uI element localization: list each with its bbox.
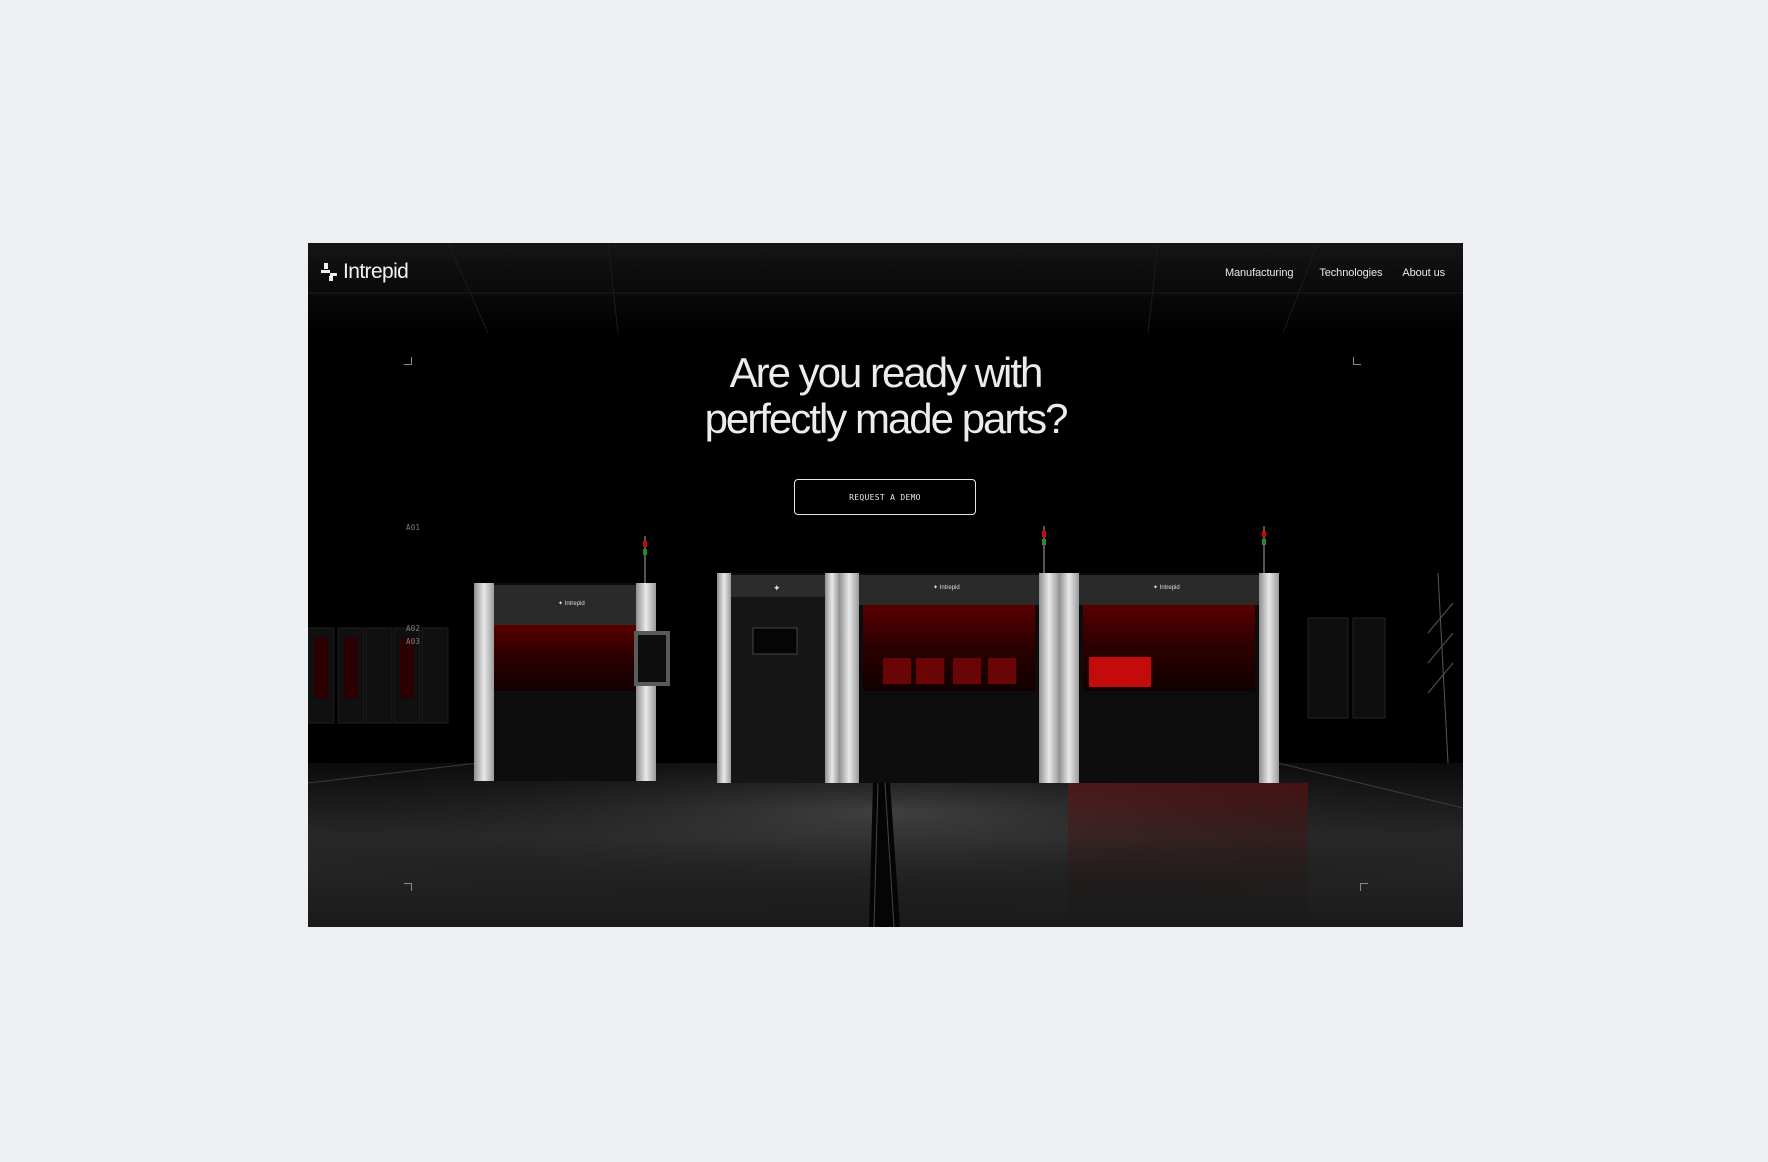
svg-text:✦ Intrepid: ✦ Intrepid [1153, 584, 1180, 591]
svg-text:✦ Intrepid: ✦ Intrepid [933, 584, 960, 591]
machine-center-left: ✦ [717, 573, 839, 783]
main-nav: Manufacturing Technologies About us [1225, 267, 1445, 279]
svg-text:✦ Intrepid: ✦ Intrepid [558, 600, 585, 607]
frame-corner-bottom-left [404, 883, 412, 891]
hero-section: ✦ Intrepid ✦ ✦ Intrepid ✦ Intrepid Intre… [308, 243, 1463, 927]
svg-text:✦: ✦ [773, 584, 781, 594]
row-label-a01: A01 [406, 523, 421, 532]
factory-scene-image: ✦ Intrepid ✦ ✦ Intrepid ✦ Intrepid [308, 243, 1463, 927]
row-label-a02: A02 [406, 624, 421, 633]
hero-headline-line-1: Are you ready with [729, 349, 1044, 396]
brand-logo[interactable]: Intrepid [320, 260, 409, 284]
nav-manufacturing[interactable]: Manufacturing [1225, 267, 1294, 279]
machine-right: ✦ Intrepid [1059, 526, 1279, 783]
row-label-a03: A03 [406, 637, 421, 646]
machine-center: ✦ Intrepid [839, 526, 1059, 783]
intrepid-logo-icon [321, 263, 337, 281]
hero-headline: Are you ready with perfectly made parts? [308, 350, 1463, 442]
hero-headline-line-2: perfectly made parts? [704, 395, 1069, 442]
brand-name: Intrepid [343, 260, 409, 283]
nav-technologies[interactable]: Technologies [1319, 267, 1382, 279]
frame-corner-bottom-right [1360, 883, 1368, 891]
nav-about-us[interactable]: About us [1402, 267, 1445, 279]
machine-left: ✦ Intrepid [474, 536, 670, 781]
request-demo-button[interactable]: REQUEST A DEMO [794, 479, 976, 515]
